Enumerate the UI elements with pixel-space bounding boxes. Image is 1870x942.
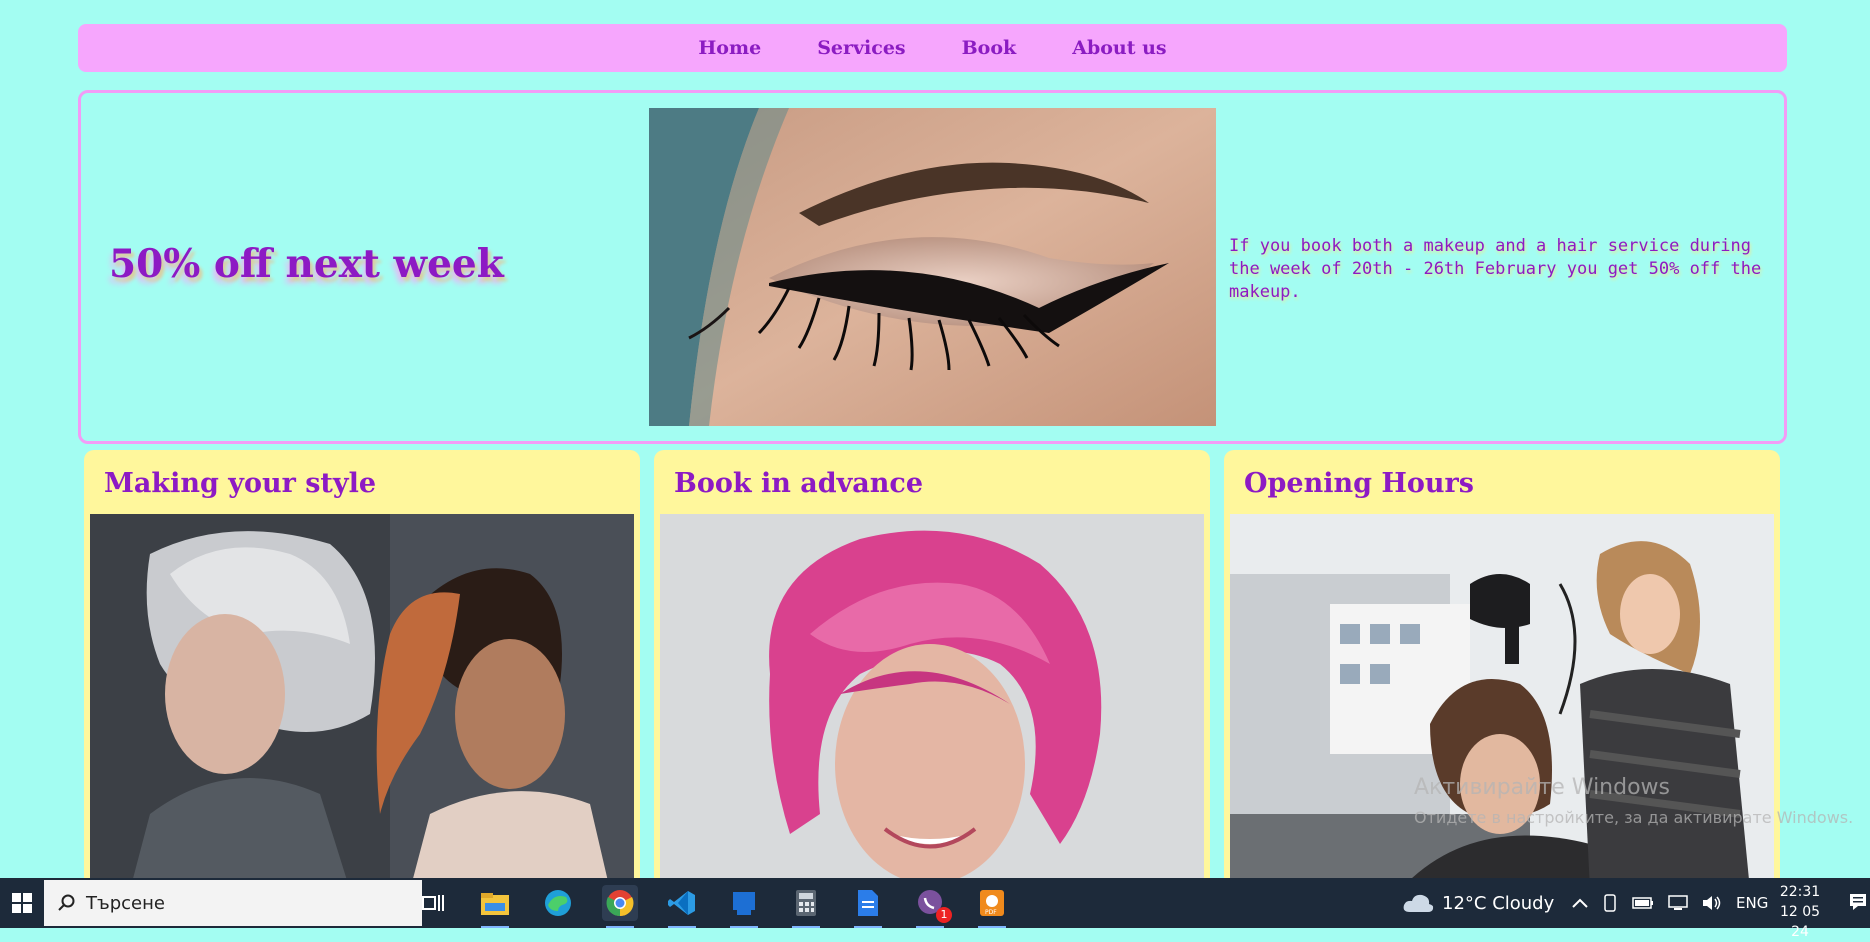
file-explorer-icon[interactable] bbox=[477, 885, 513, 928]
document-app-icon[interactable] bbox=[850, 885, 886, 928]
hairstyle-image bbox=[90, 514, 634, 878]
volume-icon[interactable] bbox=[1702, 895, 1722, 911]
start-button[interactable] bbox=[0, 878, 44, 928]
promo-description: If you book both a makeup and a hair ser… bbox=[1229, 236, 1762, 302]
activation-watermark-title: Активирайте Windows bbox=[1414, 775, 1671, 800]
card-title: Book in advance bbox=[674, 468, 924, 499]
nav-book-link[interactable]: Book bbox=[962, 37, 1017, 59]
calculator-icon[interactable] bbox=[788, 885, 824, 928]
card-book-advance: Book in advance bbox=[654, 450, 1210, 878]
pink-hair-image bbox=[660, 514, 1204, 878]
system-tray: ENG bbox=[1572, 878, 1768, 928]
nav-about-link[interactable]: About us bbox=[1072, 37, 1166, 59]
app-window-icon[interactable] bbox=[726, 885, 762, 928]
card-title: Making your style bbox=[104, 468, 377, 499]
edge-browser-icon[interactable] bbox=[540, 885, 576, 921]
vscode-icon[interactable] bbox=[664, 885, 700, 928]
windows-logo-icon bbox=[12, 893, 32, 913]
search-icon bbox=[58, 894, 76, 912]
clock[interactable]: 22:31 12 05 24 bbox=[1770, 882, 1830, 942]
meet-now-icon[interactable] bbox=[1602, 894, 1618, 912]
network-icon[interactable] bbox=[1668, 895, 1688, 911]
notification-badge: 1 bbox=[936, 907, 952, 923]
cloud-icon bbox=[1402, 892, 1434, 914]
card-making-style: Making your style bbox=[84, 450, 640, 878]
language-indicator[interactable]: ENG bbox=[1736, 894, 1768, 912]
eye-makeup-image bbox=[649, 108, 1216, 426]
clock-date: 12 05 24 bbox=[1779, 904, 1821, 940]
promo-title: 50% off next week bbox=[109, 241, 504, 287]
search-placeholder: Търсене bbox=[86, 892, 165, 914]
chrome-browser-icon[interactable] bbox=[602, 885, 638, 928]
nav-services-link[interactable]: Services bbox=[817, 37, 905, 59]
main-nav: Home Services Book About us bbox=[78, 24, 1787, 72]
promo-banner: 50% off next week If you book both a mak… bbox=[78, 90, 1787, 444]
card-title: Opening Hours bbox=[1244, 468, 1474, 499]
svg-text:PDF: PDF bbox=[985, 909, 997, 916]
task-view-icon[interactable] bbox=[415, 885, 451, 921]
windows-taskbar: Търсене 1 PDF 12°C Cloudy ENG 22:31 12 0… bbox=[0, 878, 1870, 940]
battery-icon[interactable] bbox=[1632, 897, 1654, 909]
chevron-up-icon[interactable] bbox=[1572, 898, 1588, 908]
taskbar-search-box[interactable]: Търсене bbox=[44, 880, 422, 926]
weather-widget[interactable]: 12°C Cloudy bbox=[1402, 878, 1554, 928]
weather-text: 12°C Cloudy bbox=[1442, 892, 1555, 914]
clock-time: 22:31 bbox=[1779, 884, 1821, 900]
nav-home-link[interactable]: Home bbox=[698, 37, 761, 59]
web-page: Home Services Book About us 50% off next… bbox=[0, 0, 1870, 878]
notification-center-icon[interactable] bbox=[1848, 892, 1868, 912]
viber-icon[interactable]: 1 bbox=[912, 885, 952, 928]
pdf-app-icon[interactable]: PDF bbox=[974, 885, 1010, 928]
activation-watermark-text: Отидете в настройките, за да активирате … bbox=[1414, 808, 1854, 827]
